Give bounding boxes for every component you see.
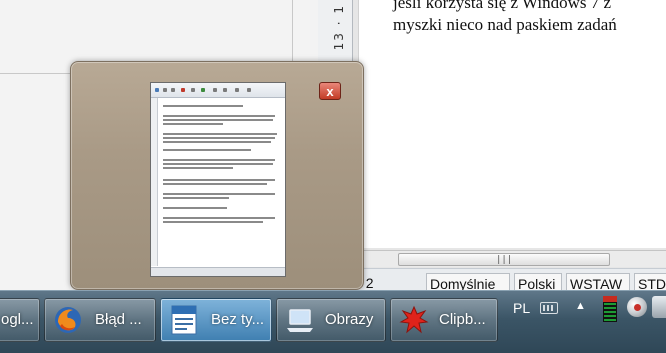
taskbar-item-pictures[interactable]: Obrazy — [276, 298, 386, 342]
network-status-dot — [634, 304, 641, 311]
thumbnail-text-line — [163, 119, 273, 121]
thumbnail-text-line — [163, 217, 275, 219]
taskbar-item-firefox[interactable]: Błąd ... — [44, 298, 156, 342]
laptop-pictures-icon — [285, 305, 315, 335]
thumbnail-text-line — [163, 163, 273, 165]
toolbar-icon — [181, 88, 185, 92]
firefox-icon — [53, 305, 83, 335]
writer-document-area: 13 · 1 jeśli korzysta się z Windows 7 z … — [318, 0, 666, 268]
taskbar: ogl... Błąd ... Bez ty... Obrazy Clipb..… — [0, 290, 666, 353]
ruler-numbers: 13 · 1 — [332, 4, 346, 51]
toolbar-icon — [191, 88, 195, 92]
clipboard-splat-icon — [399, 305, 429, 335]
thumbnail-text-line — [163, 123, 223, 125]
keyboard-keys — [543, 305, 555, 311]
thumbnail-text-line — [163, 197, 229, 199]
writer-document-icon — [169, 305, 199, 335]
thumbnail-text-line — [163, 159, 275, 161]
toolbar-icon — [223, 88, 227, 92]
taskbar-item-label: Błąd ... — [95, 311, 142, 328]
thumbnail-text-line — [163, 141, 271, 143]
thumbnail-text-line — [163, 105, 243, 107]
close-icon: x — [326, 84, 334, 99]
thumbnail-toolbar — [151, 83, 285, 98]
taskbar-item-clipboard[interactable]: Clipb... — [390, 298, 498, 342]
thumbnail-text-line — [163, 167, 233, 169]
taskbar-thumbnail-preview[interactable]: x — [70, 61, 364, 290]
taskbar-item-google[interactable]: ogl... — [0, 298, 40, 342]
taskbar-item-label: Bez ty... — [211, 311, 265, 328]
thumbnail-text-line — [163, 183, 267, 185]
document-text[interactable]: jeśli korzysta się z Windows 7 z myszki … — [393, 0, 663, 36]
document-page[interactable]: jeśli korzysta się z Windows 7 z myszki … — [358, 0, 666, 248]
volume-meter-peak — [603, 296, 617, 302]
thumbnail-text-line — [163, 207, 227, 209]
toolbar-icon — [235, 88, 239, 92]
thumbnail-text-line — [163, 193, 275, 195]
toolbar-icon — [155, 88, 159, 92]
tray-app-icon[interactable] — [652, 296, 666, 318]
close-preview-button[interactable]: x — [319, 82, 341, 100]
scrollbar-grip: ||| — [496, 255, 513, 265]
taskbar-item-label: Clipb... — [439, 311, 486, 328]
thumbnail-text-line — [163, 133, 277, 135]
thumbnail-text-line — [163, 137, 275, 139]
toolbar-icon — [171, 88, 175, 92]
scrollbar-thumb[interactable]: ||| — [398, 253, 610, 266]
window-thumbnail[interactable] — [150, 82, 286, 277]
keyboard-icon[interactable] — [540, 302, 558, 314]
tray-language-indicator[interactable]: PL — [513, 300, 530, 316]
taskbar-item-writer[interactable]: Bez ty... — [160, 298, 272, 342]
toolbar-icon — [163, 88, 167, 92]
toolbar-icon — [201, 88, 205, 92]
thumbnail-ruler — [151, 98, 158, 266]
thumbnail-text-line — [163, 179, 275, 181]
taskbar-item-label: Obrazy — [325, 311, 374, 328]
thumbnail-statusbar — [151, 267, 285, 276]
thumbnail-text-line — [163, 149, 251, 151]
horizontal-scrollbar[interactable]: ||| — [358, 250, 666, 267]
show-hidden-icons-button[interactable]: ▲ — [575, 300, 586, 312]
taskbar-item-label: ogl... — [1, 311, 34, 328]
toolbar-icon — [247, 88, 251, 92]
thumbnail-text-line — [163, 115, 275, 117]
toolbar-icon — [213, 88, 217, 92]
thumbnail-text-line — [163, 221, 263, 223]
